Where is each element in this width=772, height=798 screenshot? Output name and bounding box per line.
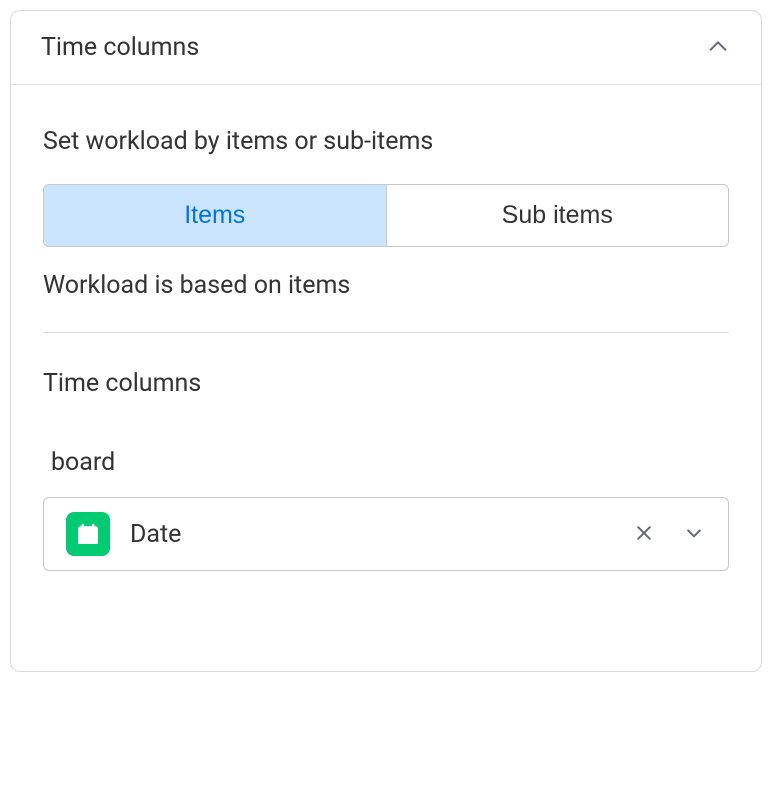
section-divider — [43, 332, 729, 333]
panel-body: Set workload by items or sub-items Items… — [11, 85, 761, 671]
tab-sub-items[interactable]: Sub items — [387, 185, 729, 246]
close-icon — [634, 523, 654, 546]
workload-help-text: Workload is based on items — [43, 271, 729, 300]
calendar-icon — [66, 512, 110, 556]
panel-title: Time columns — [41, 33, 199, 62]
chevron-down-icon — [684, 523, 704, 546]
chevron-up-icon — [707, 35, 729, 61]
workload-section-title: Set workload by items or sub-items — [43, 127, 729, 156]
board-field-label: board — [43, 448, 729, 477]
time-columns-panel: Time columns Set workload by items or su… — [10, 10, 762, 672]
select-actions — [630, 519, 708, 550]
tab-items[interactable]: Items — [44, 185, 386, 246]
clear-button[interactable] — [630, 519, 658, 550]
time-column-select[interactable]: Date — [43, 497, 729, 571]
select-value: Date — [130, 520, 610, 549]
dropdown-toggle[interactable] — [680, 519, 708, 550]
time-columns-title: Time columns — [43, 369, 729, 398]
panel-header[interactable]: Time columns — [11, 11, 761, 85]
workload-segment-group: Items Sub items — [43, 184, 729, 247]
